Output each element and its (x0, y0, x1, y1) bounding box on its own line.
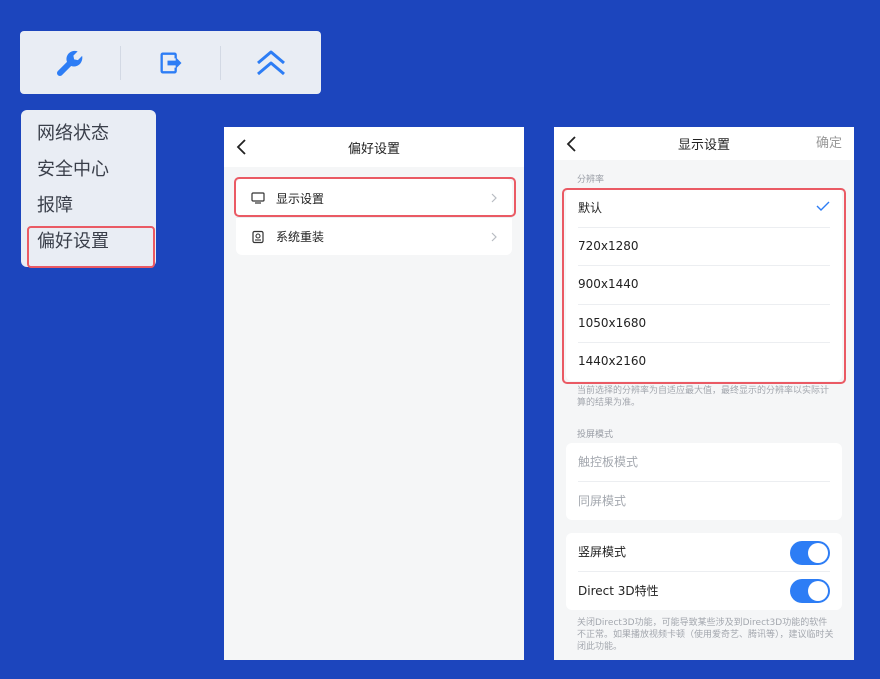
portrait-mode-row: 竖屏模式 (566, 533, 842, 572)
nav-bar: 偏好设置 (224, 127, 524, 167)
system-reinstall-item[interactable]: 系统重装 (236, 217, 512, 255)
cast-mode-section-label: 投屏模式 (577, 429, 614, 440)
display-settings-screen: 显示设置 确定 分辨率 默认 720x1280 900x1440 1050x16… (554, 127, 854, 660)
menu-item-security-center[interactable]: 安全中心 (21, 152, 156, 188)
page-title: 显示设置 (677, 138, 730, 153)
resolution-note: 当前选择的分辨率为自适应最大值，最终显示的分辨率以实际计算的结果为准。 (577, 385, 830, 408)
back-icon[interactable] (564, 135, 578, 153)
display-settings-label: 显示设置 (276, 191, 325, 206)
direct3d-label: Direct 3D特性 (578, 583, 659, 598)
cast-mode-list: 触控板模式 同屏模式 (566, 442, 842, 520)
back-icon[interactable] (234, 138, 248, 156)
menu-item-network-status[interactable]: 网络状态 (21, 116, 156, 152)
resolution-option-1440x2160[interactable]: 1440x2160 (566, 342, 842, 381)
confirm-button[interactable]: 确定 (816, 127, 842, 161)
cast-mode-label: 触控板模式 (578, 455, 639, 470)
resolution-label: 1050x1680 (578, 315, 647, 330)
chevron-right-icon (491, 232, 497, 242)
reinstall-icon (250, 229, 266, 245)
exit-icon (160, 52, 181, 73)
direct3d-toggle[interactable] (790, 579, 830, 603)
resolution-list: 默认 720x1280 900x1440 1050x1680 1440x2160 (566, 188, 842, 381)
resolution-label: 1440x2160 (578, 354, 647, 369)
resolution-option-900x1440[interactable]: 900x1440 (566, 265, 842, 304)
double-chevron-up-icon (257, 50, 286, 75)
cast-mode-mirror[interactable]: 同屏模式 (566, 481, 842, 520)
wrench-button[interactable] (20, 31, 120, 94)
resolution-label: 900x1440 (578, 277, 639, 292)
nav-bar: 显示设置 确定 (554, 127, 854, 160)
portrait-mode-label: 竖屏模式 (578, 545, 627, 560)
display-settings-item[interactable]: 显示设置 (236, 179, 512, 217)
check-icon (816, 201, 830, 211)
side-menu: 网络状态 安全中心 报障 偏好设置 (21, 110, 156, 268)
preferences-card: 显示设置 系统重装 (236, 179, 512, 255)
resolution-option-default[interactable]: 默认 (566, 188, 842, 227)
resolution-label: 默认 (578, 200, 603, 215)
toggle-list: 竖屏模式 Direct 3D特性 (566, 532, 842, 610)
direct3d-note: 关闭Direct3D功能，可能导致某些涉及到Direct3D功能的软件不正常。如… (577, 617, 834, 652)
preferences-screen: 偏好设置 显示设置 系统重装 (224, 127, 524, 660)
cast-mode-touchpad[interactable]: 触控板模式 (566, 443, 842, 482)
monitor-icon (250, 190, 266, 206)
wrench-icon (56, 50, 83, 76)
resolution-section-label: 分辨率 (577, 175, 605, 185)
cast-mode-label: 同屏模式 (578, 493, 627, 508)
direct3d-row: Direct 3D特性 (566, 571, 842, 610)
resolution-label: 720x1280 (578, 238, 639, 253)
resolution-option-720x1280[interactable]: 720x1280 (566, 226, 842, 266)
portrait-mode-toggle[interactable] (790, 540, 830, 565)
exit-button[interactable] (121, 31, 221, 94)
chevron-right-icon (491, 193, 497, 203)
system-reinstall-label: 系统重装 (276, 230, 325, 244)
top-toolbar (20, 31, 321, 94)
menu-item-preferences[interactable]: 偏好设置 (21, 224, 156, 268)
collapse-button[interactable] (221, 31, 321, 94)
menu-item-report-issue[interactable]: 报障 (21, 188, 156, 224)
page-title: 偏好设置 (347, 141, 400, 157)
resolution-option-1050x1680[interactable]: 1050x1680 (566, 303, 842, 343)
